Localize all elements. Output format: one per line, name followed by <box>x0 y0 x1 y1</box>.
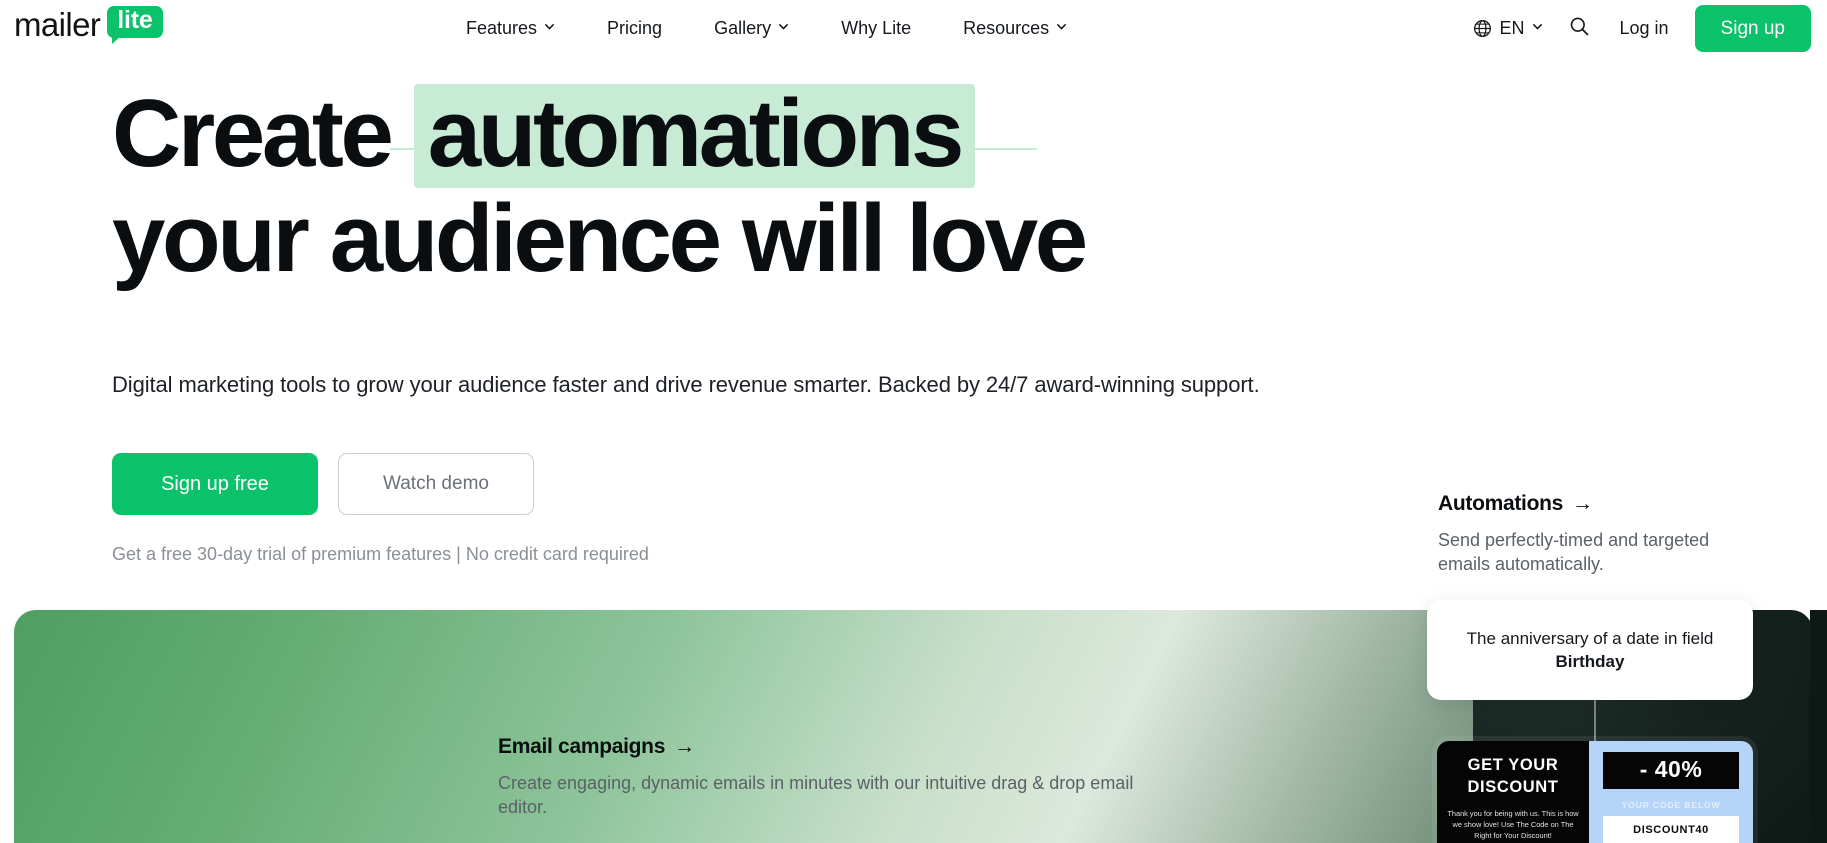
logo[interactable]: mailer lite <box>14 5 163 44</box>
search-icon <box>1569 16 1590 42</box>
arrow-right-icon: → <box>1572 492 1593 515</box>
logo-text-lite: lite <box>107 6 163 38</box>
nav-item-resources[interactable]: Resources <box>937 0 1093 57</box>
nav-label-features: Features <box>466 18 538 38</box>
globe-icon <box>1473 19 1492 38</box>
nav-item-why-lite[interactable]: Why Lite <box>815 0 937 57</box>
headline-line-1: Create automations <box>112 84 1312 189</box>
feature-campaigns-title-row: Email campaigns → <box>498 735 1138 759</box>
logo-text-mailer: mailer <box>14 5 101 43</box>
automation-trigger-text: The anniversary of a date in field Birth… <box>1455 627 1725 674</box>
feature-automations-title-row: Automations → <box>1438 492 1748 516</box>
nav-label-why-lite: Why Lite <box>841 18 912 38</box>
signup-button[interactable]: Sign up <box>1694 5 1811 52</box>
automation-trigger-card[interactable]: The anniversary of a date in field Birth… <box>1427 600 1753 700</box>
showcase-panel-edge-fill <box>1810 610 1827 843</box>
chevron-down-icon <box>1532 21 1543 32</box>
landing-page: mailer lite Features Pricing Gallery Why… <box>0 0 1827 843</box>
feature-email-campaigns[interactable]: Email campaigns → Create engaging, dynam… <box>498 735 1138 819</box>
trigger-text-prefix: The anniversary of a date in field <box>1466 628 1714 648</box>
main-navigation: Features Pricing Gallery Why Lite Resour… <box>440 0 1093 57</box>
hero-subheadline: Digital marketing tools to grow your aud… <box>112 372 1260 397</box>
hero-cta-row: Sign up free Watch demo <box>112 453 534 515</box>
nav-item-gallery[interactable]: Gallery <box>688 0 815 57</box>
login-link[interactable]: Log in <box>1604 18 1685 39</box>
email-mockup-body-text: Thank you for being with us. This is how… <box>1447 808 1579 841</box>
header-actions: EN Log in Sign up <box>1461 0 1811 57</box>
email-mockup-headline: GET YOUR DISCOUNT <box>1447 755 1579 799</box>
discount-badge: - 40% <box>1603 752 1739 789</box>
nav-item-pricing[interactable]: Pricing <box>581 0 688 57</box>
email-preview-mockup[interactable]: GET YOUR DISCOUNT Thank you for being wi… <box>1437 741 1753 843</box>
feature-automations-title: Automations <box>1438 492 1564 515</box>
chevron-down-icon <box>778 21 789 32</box>
hero-disclaimer: Get a free 30-day trial of premium featu… <box>112 544 649 564</box>
speech-bubble-tail-icon <box>112 35 122 44</box>
feature-campaigns-title: Email campaigns <box>498 735 666 758</box>
language-selector[interactable]: EN <box>1461 18 1554 39</box>
nav-label-resources: Resources <box>963 18 1050 38</box>
nav-label-pricing: Pricing <box>607 18 663 38</box>
language-label: EN <box>1499 18 1525 38</box>
site-header: mailer lite Features Pricing Gallery Why… <box>0 0 1827 57</box>
headline-highlight-automations: automations <box>413 84 976 189</box>
nav-label-gallery: Gallery <box>714 18 772 38</box>
signup-free-button[interactable]: Sign up free <box>112 453 318 515</box>
feature-campaigns-description: Create engaging, dynamic emails in minut… <box>498 773 1134 818</box>
email-mockup-headline-line1: GET YOUR <box>1467 756 1559 774</box>
page-title: Create automations your audience will lo… <box>112 84 1312 293</box>
feature-automations[interactable]: Automations → Send perfectly-timed and t… <box>1438 492 1748 576</box>
logo-badge-lite: lite <box>107 6 163 44</box>
promo-code-label: YOUR CODE BELOW <box>1621 800 1721 810</box>
feature-automations-description: Send perfectly-timed and targeted emails… <box>1438 530 1710 575</box>
headline-line-2: your audience will love <box>112 185 1088 293</box>
trigger-field-name: Birthday <box>1555 652 1625 671</box>
email-mockup-headline-line2: DISCOUNT <box>1467 777 1559 796</box>
nav-item-features[interactable]: Features <box>440 0 581 57</box>
headline-text-create: Create <box>112 80 394 187</box>
promo-code-value: DISCOUNT40 <box>1603 816 1739 843</box>
watch-demo-button[interactable]: Watch demo <box>338 453 534 515</box>
chevron-down-icon <box>1056 21 1067 32</box>
arrow-right-icon: → <box>674 735 695 758</box>
chevron-down-icon <box>544 21 555 32</box>
email-mockup-right-column: - 40% YOUR CODE BELOW DISCOUNT40 <box>1589 741 1753 843</box>
email-mockup-left-column: GET YOUR DISCOUNT Thank you for being wi… <box>1437 741 1589 843</box>
search-button[interactable] <box>1555 16 1604 42</box>
